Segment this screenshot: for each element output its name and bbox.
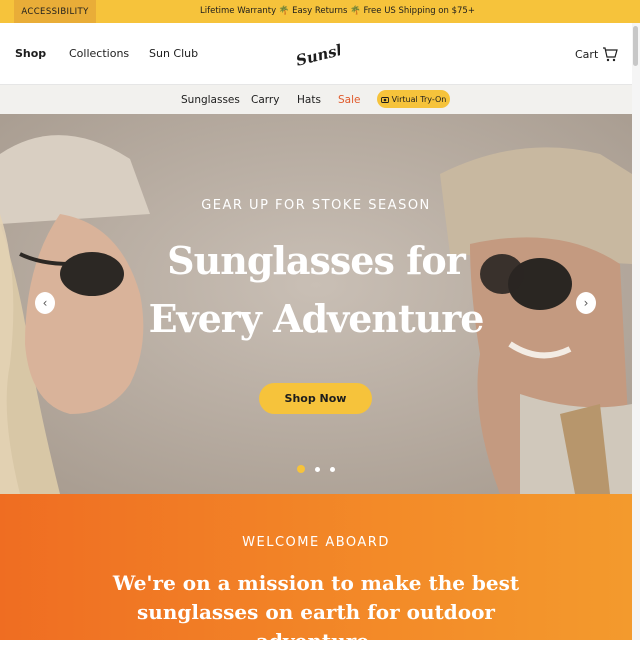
tryon-label: Virtual Try-On xyxy=(391,94,447,104)
cart-label: Cart xyxy=(575,47,599,61)
nav-shop[interactable]: Shop xyxy=(15,47,46,60)
nav-collections[interactable]: Collections xyxy=(69,47,129,60)
scrollbar-thumb[interactable] xyxy=(633,26,638,66)
chevron-left-icon: ‹ xyxy=(42,296,48,310)
carousel-prev-button[interactable]: ‹ xyxy=(35,292,55,314)
hero-eyebrow: GEAR UP FOR STOKE SEASON xyxy=(201,198,431,213)
promo-returns: Easy Returns xyxy=(292,6,348,16)
hero-title: Sunglasses for Every Adventure xyxy=(0,232,632,348)
promo-text: Lifetime Warranty 🌴 Easy Returns 🌴 Free … xyxy=(200,6,475,16)
palm-tree-icon: 🌴 xyxy=(278,6,290,16)
virtual-tryon-button[interactable]: Virtual Try-On xyxy=(377,90,450,108)
promo-shipping: Free US Shipping on $75+ xyxy=(363,6,475,16)
category-nav: Sunglasses Carry Hats Sale xyxy=(0,84,632,115)
subnav-hats[interactable]: Hats xyxy=(297,94,321,106)
welcome-body: We're on a mission to make the best sung… xyxy=(112,571,520,653)
camera-icon xyxy=(380,96,389,103)
accessibility-button[interactable]: ACCESSIBILITY xyxy=(14,0,96,23)
cart-button[interactable]: Cart xyxy=(575,46,619,62)
subnav-sale[interactable]: Sale xyxy=(338,94,360,106)
sunski-logo[interactable]: Sunski xyxy=(292,36,340,70)
cart-icon xyxy=(603,47,619,62)
shop-now-button[interactable]: Shop Now xyxy=(259,383,372,414)
logo-text: Sunski xyxy=(294,38,340,69)
carousel-dot-2[interactable] xyxy=(315,467,320,472)
subnav-sunglasses[interactable]: Sunglasses xyxy=(181,94,240,106)
carousel-next-button[interactable]: › xyxy=(576,292,596,314)
scrollbar-track[interactable] xyxy=(632,23,640,640)
subnav-carry[interactable]: Carry xyxy=(251,94,279,106)
hero-title-line-2: Every Adventure xyxy=(148,296,485,341)
carousel-dot-1[interactable] xyxy=(297,465,305,473)
welcome-eyebrow: WELCOME ABOARD xyxy=(242,535,390,550)
carousel-dot-3[interactable] xyxy=(330,467,335,472)
nav-sun-club[interactable]: Sun Club xyxy=(149,47,198,60)
hero-title-line-1: Sunglasses for xyxy=(167,238,466,283)
palm-tree-icon: 🌴 xyxy=(350,6,361,16)
chevron-right-icon: › xyxy=(583,296,589,310)
promo-warranty: Lifetime Warranty xyxy=(200,6,277,16)
